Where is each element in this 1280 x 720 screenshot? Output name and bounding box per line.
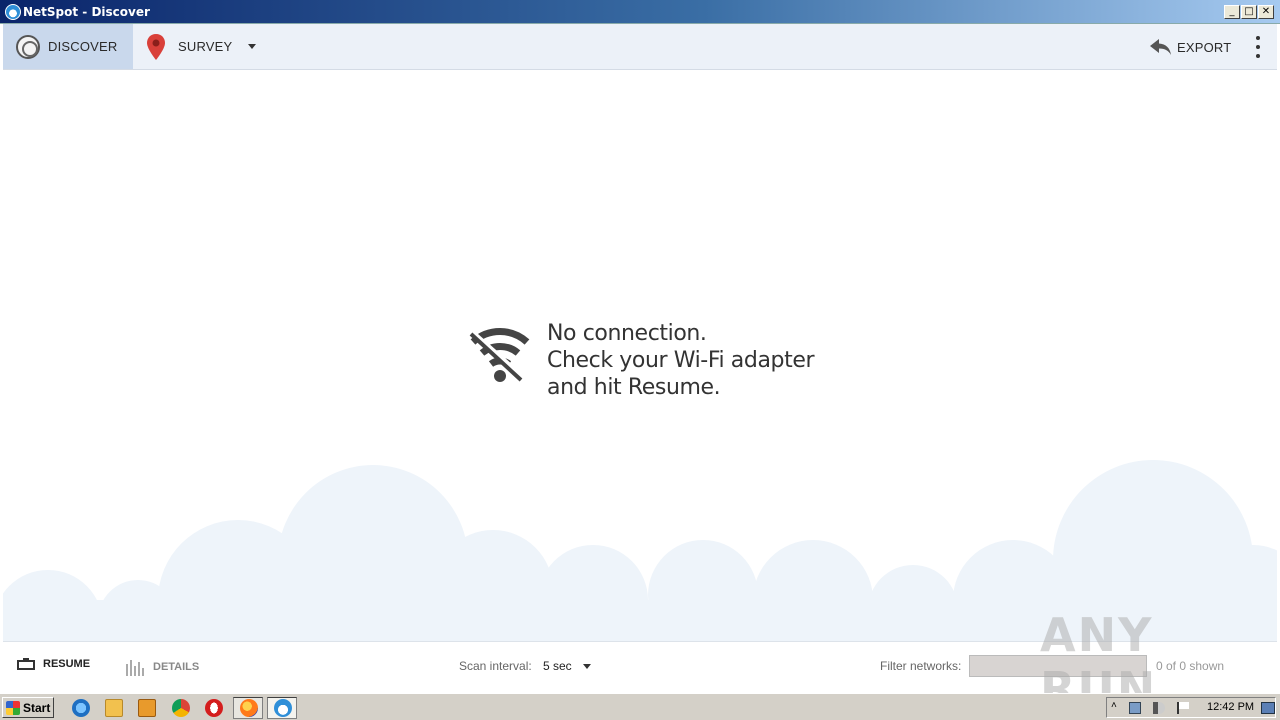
map-pin-icon [147,33,165,60]
media-player-icon[interactable] [138,699,156,717]
tab-survey-label: SURVEY [178,39,233,54]
compass-icon [16,34,40,59]
system-tray: ˄ 12:42 PM [1106,697,1276,718]
discover-panel: No connection. Check your Wi-Fi adapter … [3,70,1277,641]
tab-discover-label: DISCOVER [48,39,118,54]
opera-icon[interactable] [205,699,223,717]
reply-arrow-icon [1150,39,1171,55]
scan-interval-caret-icon[interactable] [583,664,591,669]
netspot-window: NetSpot - Discover _ □ ✕ DISCOVER SURVEY… [0,0,1280,720]
windows-taskbar: Start ˄ 12:42 PM [0,693,1280,720]
main-toolbar: DISCOVER SURVEY EXPORT [3,24,1277,70]
netspot-taskbar-icon [274,699,292,717]
message-line-2: Check your Wi-Fi adapter [547,348,815,373]
maximize-button[interactable]: □ [1241,5,1257,19]
message-line-1: No connection. [547,321,707,346]
network-icon[interactable] [1129,702,1141,714]
wifi-off-icon [467,327,530,382]
tab-discover[interactable]: DISCOVER [3,24,133,69]
window-titlebar[interactable]: NetSpot - Discover _ □ ✕ [0,0,1280,24]
survey-dropdown-caret-icon[interactable] [248,44,256,49]
resume-icon [17,658,35,670]
netspot-app-icon [5,4,21,20]
resume-label: RESUME [43,658,91,670]
resume-button[interactable]: RESUME [17,658,90,670]
file-explorer-icon[interactable] [105,699,123,717]
minimize-button[interactable]: _ [1224,5,1240,19]
export-label: EXPORT [1177,39,1232,55]
firefox-icon [240,699,258,717]
taskbar-clock[interactable]: 12:42 PM [1207,701,1254,713]
volume-icon[interactable] [1153,702,1165,714]
message-line-3: and hit Resume. [547,375,721,400]
scan-interval-select[interactable]: 5 sec [543,659,572,673]
no-connection-message: No connection. Check your Wi-Fi adapter … [465,320,815,401]
internet-explorer-icon[interactable] [72,699,90,717]
more-options-icon[interactable] [1253,36,1263,58]
start-label: Start [23,700,51,715]
chrome-icon[interactable] [172,699,190,717]
start-button[interactable]: Start [2,697,54,718]
details-label: DETAILS [153,661,200,673]
filter-networks-label: Filter networks: [880,659,962,673]
scan-interval-label: Scan interval: [459,659,532,673]
windows-logo-icon [6,700,20,715]
taskbar-firefox[interactable] [233,697,263,719]
action-center-flag-icon[interactable] [1177,702,1189,714]
bar-chart-icon [126,660,144,676]
show-desktop-icon[interactable] [1261,702,1275,714]
window-title: NetSpot - Discover [23,5,150,19]
close-button[interactable]: ✕ [1258,5,1274,19]
details-button[interactable]: DETAILS [125,658,199,676]
taskbar-netspot[interactable] [267,697,297,719]
export-button[interactable]: EXPORT [1149,34,1231,60]
show-hidden-icons-icon[interactable]: ˄ [1111,700,1123,712]
